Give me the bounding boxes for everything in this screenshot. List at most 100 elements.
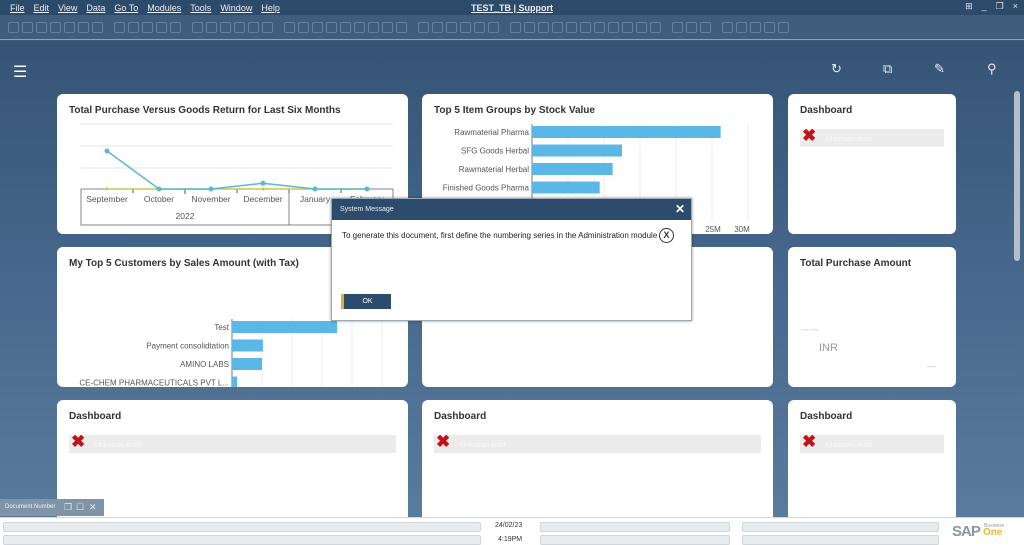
toolbar-button-icon[interactable]	[524, 21, 535, 33]
toolbar-button-icon[interactable]	[114, 21, 125, 33]
card-title: Dashboard	[800, 105, 853, 116]
toolbar-button-icon[interactable]	[8, 21, 19, 33]
menu-data[interactable]: Data	[86, 3, 105, 13]
toolbar-button-icon[interactable]	[650, 21, 661, 33]
toolbar-button-icon[interactable]	[248, 21, 259, 33]
toolbar-button-icon[interactable]	[764, 21, 775, 33]
docwin-title: Document Number	[5, 504, 56, 510]
search-icon[interactable]: ⚲	[987, 61, 997, 77]
dialog-close-icon[interactable]: ✕	[675, 202, 685, 216]
toolbar-button-icon[interactable]	[234, 21, 245, 33]
toolbar-button-icon[interactable]	[340, 21, 351, 33]
toolbar	[0, 15, 1024, 40]
dashboard-card-3[interactable]: Dashboard ✖ Unknown error	[422, 400, 773, 530]
dashboard-card-4[interactable]: Dashboard ✖ Unknown error	[788, 400, 956, 530]
toolbar-button-icon[interactable]	[78, 21, 89, 33]
menu-file[interactable]: File	[10, 3, 25, 13]
toolbar-button-icon[interactable]	[460, 21, 471, 33]
toolbar-button-icon[interactable]	[36, 21, 47, 33]
dialog-title: System Message	[340, 206, 394, 213]
restore-icon[interactable]: ❐	[64, 502, 72, 513]
card-title: Dashboard	[434, 411, 487, 422]
toolbar-button-icon[interactable]	[156, 21, 167, 33]
toolbar-button-icon[interactable]	[312, 21, 323, 33]
toolbar-button-icon[interactable]	[170, 21, 181, 33]
toolbar-button-icon[interactable]	[608, 21, 619, 33]
toolbar-button-icon[interactable]	[622, 21, 633, 33]
menu-view[interactable]: View	[58, 3, 77, 13]
toolbar-button-icon[interactable]	[128, 21, 139, 33]
toolbar-button-icon[interactable]	[354, 21, 365, 33]
toolbar-button-icon[interactable]	[778, 21, 789, 33]
toolbar-button-icon[interactable]	[64, 21, 75, 33]
maximize-icon[interactable]: ☐	[76, 502, 84, 513]
dashboard-card-1[interactable]: Dashboard ✖ Unknown error	[788, 94, 956, 234]
error-circle-icon: X	[659, 228, 674, 243]
toolbar-button-icon[interactable]	[432, 21, 443, 33]
sap-logo-one: One	[983, 527, 1003, 538]
status-field-1	[3, 522, 481, 532]
error-text: Unknown error	[460, 442, 506, 449]
toolbar-button-icon[interactable]	[220, 21, 231, 33]
total-purchase-card[interactable]: Total Purchase Amount --- --- INR ----	[788, 247, 956, 387]
close-icon[interactable]: ×	[1013, 1, 1018, 12]
menu-help[interactable]: Help	[261, 3, 280, 13]
toolbar-button-icon[interactable]	[326, 21, 337, 33]
toolbar-button-icon[interactable]	[538, 21, 549, 33]
dashboard-card-2[interactable]: Dashboard ✖ Unknown error	[57, 400, 408, 530]
layout-icon[interactable]: ⊞	[965, 1, 973, 12]
document-number-window[interactable]: Document Number ❐ ☐ ✕	[0, 499, 104, 516]
menu-modules[interactable]: Modules	[147, 3, 181, 13]
main-menu: File Edit View Data Go To Modules Tools Window H…	[0, 3, 280, 13]
edit-icon[interactable]: ✎	[934, 61, 945, 77]
toolbar-button-icon[interactable]	[192, 21, 203, 33]
toolbar-button-icon[interactable]	[446, 21, 457, 33]
toolbar-button-icon[interactable]	[142, 21, 153, 33]
toolbar-button-icon[interactable]	[750, 21, 761, 33]
menu-edit[interactable]: Edit	[34, 3, 50, 13]
kpi-footer: ----	[927, 364, 937, 371]
x-tick-label: October	[144, 194, 174, 204]
organize-icon[interactable]: ⧉	[883, 61, 892, 77]
status-time: 4:19PM	[498, 536, 523, 543]
toolbar-button-icon[interactable]	[686, 21, 697, 33]
toolbar-button-icon[interactable]	[580, 21, 591, 33]
menu-go-to[interactable]: Go To	[114, 3, 138, 13]
menu-tools[interactable]: Tools	[190, 3, 211, 13]
restore-icon[interactable]: ❐	[996, 1, 1004, 12]
hamburger-menu-icon[interactable]: ☰	[13, 62, 27, 82]
refresh-icon[interactable]: ↻	[831, 61, 842, 77]
kpi-value: --- ---	[802, 327, 818, 334]
toolbar-button-icon[interactable]	[22, 21, 33, 33]
minimize-icon[interactable]: _	[982, 1, 987, 12]
toolbar-button-icon[interactable]	[594, 21, 605, 33]
toolbar-button-icon[interactable]	[382, 21, 393, 33]
toolbar-button-icon[interactable]	[396, 21, 407, 33]
toolbar-button-icon[interactable]	[672, 21, 683, 33]
close-icon[interactable]: ✕	[89, 502, 97, 513]
error-text: Unknown error	[826, 136, 872, 143]
ok-button[interactable]: OK	[341, 294, 391, 309]
toolbar-button-icon[interactable]	[510, 21, 521, 33]
data-point	[364, 186, 370, 192]
status-field-6	[742, 535, 939, 545]
vertical-scrollbar[interactable]	[1014, 91, 1020, 261]
toolbar-button-icon[interactable]	[566, 21, 577, 33]
toolbar-button-icon[interactable]	[50, 21, 61, 33]
toolbar-button-icon[interactable]	[206, 21, 217, 33]
toolbar-button-icon[interactable]	[284, 21, 295, 33]
toolbar-button-icon[interactable]	[92, 21, 103, 33]
toolbar-button-icon[interactable]	[488, 21, 499, 33]
toolbar-button-icon[interactable]	[722, 21, 733, 33]
toolbar-button-icon[interactable]	[736, 21, 747, 33]
toolbar-button-icon[interactable]	[418, 21, 429, 33]
toolbar-button-icon[interactable]	[474, 21, 485, 33]
menu-window[interactable]: Window	[220, 3, 252, 13]
toolbar-button-icon[interactable]	[700, 21, 711, 33]
toolbar-button-icon[interactable]	[368, 21, 379, 33]
toolbar-button-icon[interactable]	[636, 21, 647, 33]
toolbar-button-icon[interactable]	[262, 21, 273, 33]
toolbar-button-icon[interactable]	[298, 21, 309, 33]
toolbar-button-icon[interactable]	[552, 21, 563, 33]
data-point	[104, 148, 110, 154]
